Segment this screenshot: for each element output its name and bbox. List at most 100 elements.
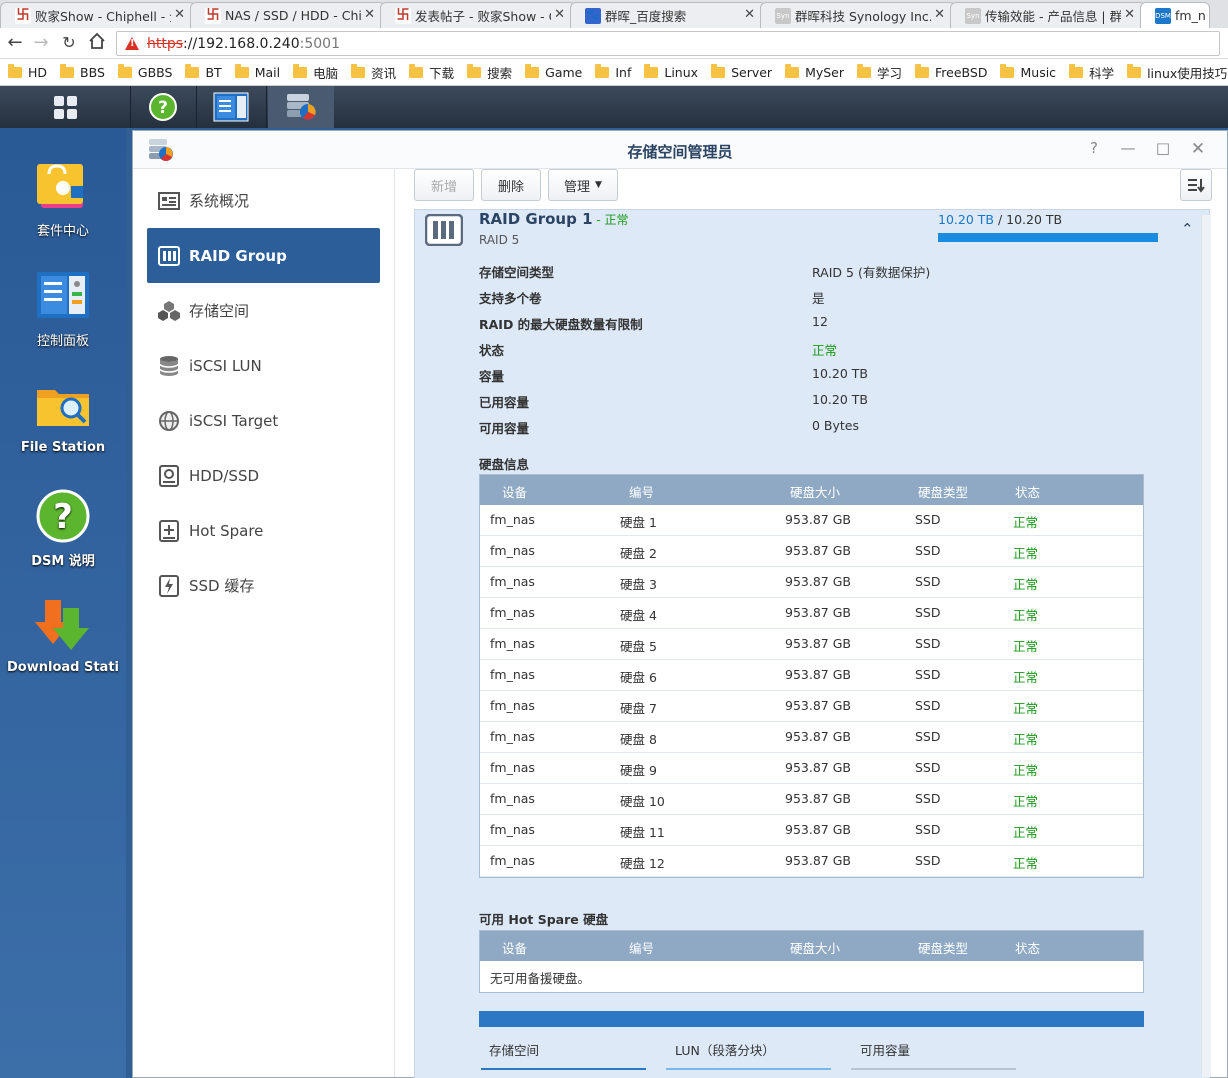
column-header[interactable]: 状态 <box>1015 482 1040 501</box>
forward-icon[interactable]: → <box>30 32 52 54</box>
sidebar-item-label: RAID Group <box>189 246 287 265</box>
column-header[interactable]: 状态 <box>1015 938 1040 957</box>
table-row[interactable]: fm_nas 硬盘 12 953.87 GB SSD 正常 <box>480 846 1143 877</box>
browser-tab[interactable]: DSM fm_na <box>1140 2 1210 28</box>
sidebar-item-iscsi-lun[interactable]: iSCSI LUN <box>147 338 380 393</box>
sidebar-item-volume[interactable]: 存储空间 <box>147 283 380 338</box>
window-titlebar[interactable]: 存储空间管理员 ? — □ ✕ <box>133 131 1227 169</box>
tab-free-capacity[interactable]: 可用容量 <box>860 1040 910 1059</box>
reload-icon[interactable]: ↻ <box>58 32 80 54</box>
sidebar-item-hdd-ssd[interactable]: HDD/SSD <box>147 448 380 503</box>
main-menu-button[interactable] <box>0 86 130 128</box>
table-row[interactable]: fm_nas 硬盘 1 953.87 GB SSD 正常 <box>480 505 1143 536</box>
column-header[interactable]: 编号 <box>629 938 654 957</box>
sidebar-item-iscsi-target[interactable]: iSCSI Target <box>147 393 380 448</box>
close-tab-icon[interactable]: ✕ <box>744 7 755 22</box>
table-cell: fm_nas <box>490 822 535 837</box>
table-row[interactable]: fm_nas 硬盘 4 953.87 GB SSD 正常 <box>480 598 1143 629</box>
bookmark-item[interactable]: BBS <box>60 63 105 80</box>
table-row[interactable]: fm_nas 硬盘 8 953.87 GB SSD 正常 <box>480 722 1143 753</box>
bookmark-item[interactable]: Game <box>525 63 583 80</box>
column-header[interactable]: 硬盘大小 <box>790 938 840 957</box>
bookmark-item[interactable]: 学习 <box>857 63 902 82</box>
control-panel-icon <box>35 268 91 324</box>
url-port: :5001 <box>299 35 340 52</box>
browser-tab[interactable]: 🐾 群晖_百度搜索 ✕ <box>570 2 766 28</box>
bookmark-item[interactable]: 资讯 <box>351 63 396 82</box>
table-row[interactable]: fm_nas 硬盘 9 953.87 GB SSD 正常 <box>480 753 1143 784</box>
close-tab-icon[interactable]: ✕ <box>364 7 375 22</box>
taskbar-help-button[interactable]: ? <box>132 86 194 128</box>
close-icon[interactable]: ✕ <box>1188 139 1208 159</box>
bookmark-item[interactable]: MySer <box>785 63 844 80</box>
sidebar-item-overview[interactable]: 系统概况 <box>147 173 380 228</box>
add-button[interactable]: 新增 <box>414 169 474 201</box>
close-tab-icon[interactable]: ✕ <box>1124 7 1135 22</box>
bookmark-item[interactable]: HD <box>8 63 47 80</box>
delete-button[interactable]: 删除 <box>481 169 541 201</box>
sidebar-item-ssd-cache[interactable]: SSD 缓存 <box>147 558 380 613</box>
table-row[interactable]: fm_nas 硬盘 6 953.87 GB SSD 正常 <box>480 660 1143 691</box>
bookmark-item[interactable]: 科学 <box>1069 63 1114 82</box>
desktop-package-center[interactable]: 套件中心 <box>0 158 126 239</box>
taskbar-control-panel-button[interactable] <box>198 86 264 128</box>
bookmark-item[interactable]: FreeBSD <box>915 63 987 80</box>
column-header[interactable]: 设备 <box>502 482 527 501</box>
manage-dropdown[interactable]: 管理 ▼ <box>548 169 618 201</box>
tab-title: 传输效能 - 产品信息 | 群 <box>985 9 1121 24</box>
close-tab-icon[interactable]: ✕ <box>934 7 945 22</box>
close-tab-icon[interactable]: ✕ <box>554 7 565 22</box>
bookmark-item[interactable]: Server <box>711 63 772 80</box>
tab-volume[interactable]: 存储空间 <box>489 1040 539 1059</box>
bookmark-item[interactable]: Inf <box>595 63 631 80</box>
address-bar[interactable]: https://192.168.0.240:5001 <box>116 31 1220 56</box>
column-header[interactable]: 硬盘大小 <box>790 482 840 501</box>
close-tab-icon[interactable]: ✕ <box>174 7 185 22</box>
desktop-file-station[interactable]: File Station <box>0 378 126 455</box>
help-icon[interactable]: ? <box>1084 139 1104 157</box>
bookmark-item[interactable]: 电脑 <box>293 63 338 82</box>
table-row[interactable]: fm_nas 硬盘 2 953.87 GB SSD 正常 <box>480 536 1143 567</box>
sort-button[interactable] <box>1180 169 1212 201</box>
bookmark-label: Game <box>545 64 583 80</box>
sidebar-item-hot-spare[interactable]: Hot Spare <box>147 503 380 558</box>
browser-tab[interactable]: Syn 传输效能 - 产品信息 | 群 ✕ <box>950 2 1146 28</box>
bookmark-item[interactable]: linux使用技巧 <box>1127 63 1227 82</box>
tab-lun[interactable]: LUN（段落分块） <box>675 1040 775 1059</box>
bookmark-item[interactable]: Mail <box>234 63 280 80</box>
browser-tab[interactable]: 卐发表帖子 - 败家Show - C ✕ <box>380 2 576 28</box>
bookmark-item[interactable]: Linux <box>644 63 698 80</box>
bookmark-item[interactable]: Music <box>1000 63 1056 80</box>
column-header[interactable]: 设备 <box>502 938 527 957</box>
bookmark-item[interactable]: GBBS <box>117 63 172 80</box>
table-row[interactable]: fm_nas 硬盘 3 953.87 GB SSD 正常 <box>480 567 1143 598</box>
scrollbar[interactable] <box>1201 215 1211 1077</box>
browser-tab[interactable]: 卐 NAS / SSD / HDD - Chi ✕ <box>190 2 386 28</box>
desktop-dsm-help[interactable]: ? DSM 说明 <box>0 488 126 569</box>
table-row[interactable]: fm_nas 硬盘 5 953.87 GB SSD 正常 <box>480 629 1143 660</box>
desktop-control-panel[interactable]: 控制面板 <box>0 268 126 349</box>
empty-message: 无可用备援硬盘。 <box>490 971 591 986</box>
column-header[interactable]: 硬盘类型 <box>918 482 968 501</box>
table-row[interactable]: fm_nas 硬盘 10 953.87 GB SSD 正常 <box>480 784 1143 815</box>
folder-icon <box>8 63 22 78</box>
home-icon[interactable] <box>86 32 108 54</box>
table-row[interactable]: fm_nas 硬盘 7 953.87 GB SSD 正常 <box>480 691 1143 722</box>
table-row[interactable]: fm_nas 硬盘 11 953.87 GB SSD 正常 <box>480 815 1143 846</box>
bookmark-item[interactable]: BT <box>185 63 222 80</box>
minimize-icon[interactable]: — <box>1118 139 1138 157</box>
browser-tab[interactable]: 卐败家Show - Chiphell - 分 ✕ <box>0 2 196 28</box>
desktop-download-station[interactable]: Download Stati <box>0 598 126 675</box>
browser-tab[interactable]: Syn 群晖科技 Synology Inc. ✕ <box>760 2 956 28</box>
bookmark-item[interactable]: 下载 <box>409 63 454 82</box>
folder-icon <box>1000 63 1015 78</box>
sidebar-item-raid-group[interactable]: RAID Group <box>147 228 380 283</box>
taskbar-storage-manager-button[interactable] <box>268 86 334 128</box>
table-cell: 硬盘 8 <box>620 732 657 747</box>
back-icon[interactable]: ← <box>4 32 26 54</box>
collapse-chevron-icon[interactable]: ⌃ <box>1181 220 1194 238</box>
column-header[interactable]: 编号 <box>629 482 654 501</box>
column-header[interactable]: 硬盘类型 <box>918 938 968 957</box>
maximize-icon[interactable]: □ <box>1153 139 1173 157</box>
bookmark-item[interactable]: 搜索 <box>467 63 512 82</box>
